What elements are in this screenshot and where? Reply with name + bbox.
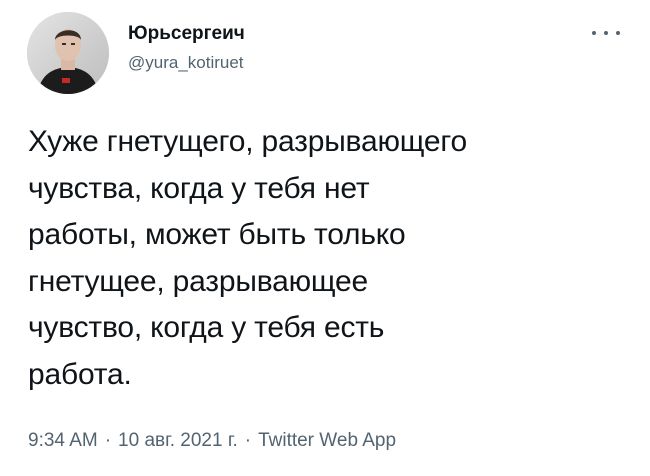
- avatar-photo-icon: [27, 12, 109, 94]
- more-dot-icon: [616, 31, 620, 35]
- tweet-text: Хуже гнетущего, разрывающего чувства, ко…: [28, 125, 467, 391]
- tweet-card: Юрьсергеич @yura_kotiruet Хуже гнетущего…: [0, 0, 650, 476]
- tweet-date[interactable]: 10 авг. 2021 г.: [118, 430, 238, 451]
- more-dot-icon: [604, 31, 608, 35]
- tweet-source-link[interactable]: Twitter Web App: [258, 430, 396, 451]
- meta-separator: ·: [244, 430, 252, 451]
- tweet-time[interactable]: 9:34 AM: [28, 430, 98, 451]
- meta-separator: ·: [104, 430, 112, 451]
- author-avatar[interactable]: [27, 12, 109, 94]
- author-info: Юрьсергеич @yura_kotiruet: [128, 22, 245, 74]
- author-display-name[interactable]: Юрьсергеич: [128, 22, 245, 46]
- more-options-button[interactable]: [592, 26, 620, 40]
- author-handle[interactable]: @yura_kotiruet: [128, 52, 245, 74]
- tweet-metadata: 9:34 AM · 10 авг. 2021 г. · Twitter Web App: [28, 428, 396, 454]
- more-dot-icon: [592, 31, 596, 35]
